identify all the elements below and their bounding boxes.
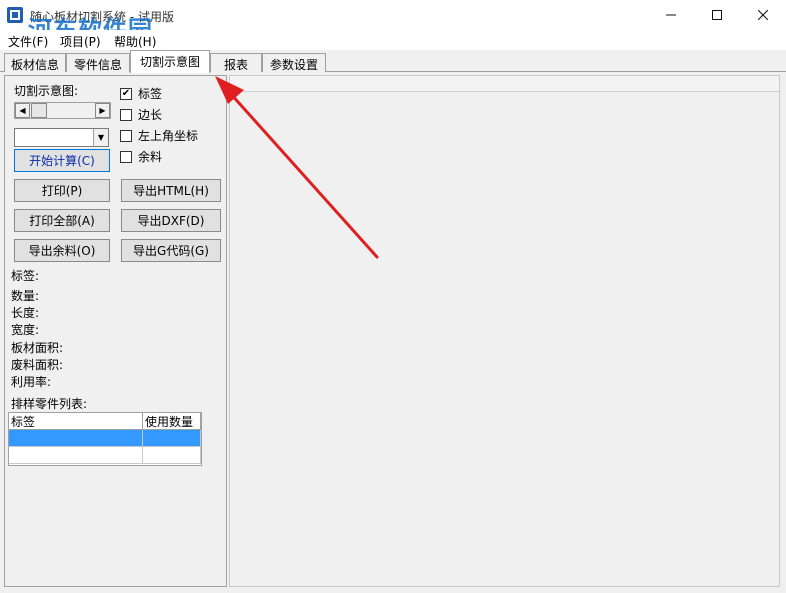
diagram-scrollbar[interactable]: ◀ ▶ [14,102,111,119]
table-cell [143,447,201,464]
info-waste-area-label: 废料面积: [11,358,64,372]
diagram-ruler [230,76,779,92]
minimize-icon [666,14,676,16]
diagram-select[interactable]: ▼ [14,128,109,147]
checkbox-remnant[interactable]: 余料 [120,148,162,165]
menu-project[interactable]: 项目(P) [60,33,101,50]
maximize-icon [712,10,722,20]
tab-report[interactable]: 报表 [210,53,262,72]
tab-settings[interactable]: 参数设置 [262,53,326,72]
info-board-area-label: 板材面积: [11,341,64,355]
chevron-down-icon[interactable]: ▼ [93,129,108,146]
left-control-panel: 切割示意图: ◀ ▶ ▼ ✔ 标签 边长 左上角坐标 余料 开始计算(C) 打印… [4,75,227,587]
scroll-left-icon[interactable]: ◀ [15,103,30,118]
checkbox-edge-length[interactable]: 边长 [120,106,162,123]
menu-bar: 文件(F) 项目(P) 帮助(H) [0,30,786,50]
info-width-label: 宽度: [11,323,40,337]
title-bar: 随心板材切割系统 - 试用版 河东软件园 pc0359 [0,0,786,60]
checkbox-box[interactable] [120,129,132,142]
table-cell [9,430,143,447]
checkbox-label-tag[interactable]: ✔ 标签 [120,85,162,102]
minimize-button[interactable] [648,0,694,30]
export-remnant-button[interactable]: 导出余料(O) [14,239,110,262]
checkbox-text: 余料 [138,150,163,164]
checkbox-top-left-coords[interactable]: 左上角坐标 [120,127,198,144]
info-utilization-label: 利用率: [11,375,52,389]
part-list-table[interactable]: 标签 使用数量 [8,412,202,466]
part-list-title: 排样零件列表: [11,397,88,411]
diagram-canvas[interactable] [229,75,780,587]
checkbox-box[interactable] [120,150,132,163]
info-quantity-label: 数量: [11,289,40,303]
tab-cutting-diagram[interactable]: 切割示意图 [130,50,210,73]
column-header-tag[interactable]: 标签 [9,413,143,430]
close-button[interactable] [740,0,786,30]
info-length-label: 长度: [11,306,40,320]
checkbox-text: 标签 [138,87,163,101]
checkbox-text: 左上角坐标 [138,129,199,143]
client-area: 切割示意图: ◀ ▶ ▼ ✔ 标签 边长 左上角坐标 余料 开始计算(C) 打印… [0,72,786,593]
scroll-right-icon[interactable]: ▶ [95,103,110,118]
export-gcode-button[interactable]: 导出G代码(G) [121,239,221,262]
checkbox-text: 边长 [138,108,163,122]
scroll-thumb[interactable] [31,103,47,118]
print-button[interactable]: 打印(P) [14,179,110,202]
menu-help[interactable]: 帮助(H) [114,33,156,50]
checkbox-box[interactable]: ✔ [120,87,132,100]
tab-strip: 板材信息 零件信息 切割示意图 报表 参数设置 [0,50,786,73]
close-icon [758,10,768,20]
export-dxf-button[interactable]: 导出DXF(D) [121,209,221,232]
table-cell [143,430,201,447]
start-calc-button[interactable]: 开始计算(C) [14,149,110,172]
table-row[interactable] [9,447,201,464]
app-icon [7,7,23,23]
maximize-button[interactable] [694,0,740,30]
table-cell [9,447,143,464]
tab-board-info[interactable]: 板材信息 [4,53,66,72]
export-html-button[interactable]: 导出HTML(H) [121,179,221,202]
print-all-button[interactable]: 打印全部(A) [14,209,110,232]
table-row[interactable] [9,430,201,447]
checkbox-box[interactable] [120,108,132,121]
tab-part-info[interactable]: 零件信息 [66,53,130,72]
info-tag-label: 标签: [11,269,40,283]
column-header-usage[interactable]: 使用数量 [143,413,201,430]
menu-file[interactable]: 文件(F) [8,33,48,50]
diagram-label: 切割示意图: [14,84,79,98]
